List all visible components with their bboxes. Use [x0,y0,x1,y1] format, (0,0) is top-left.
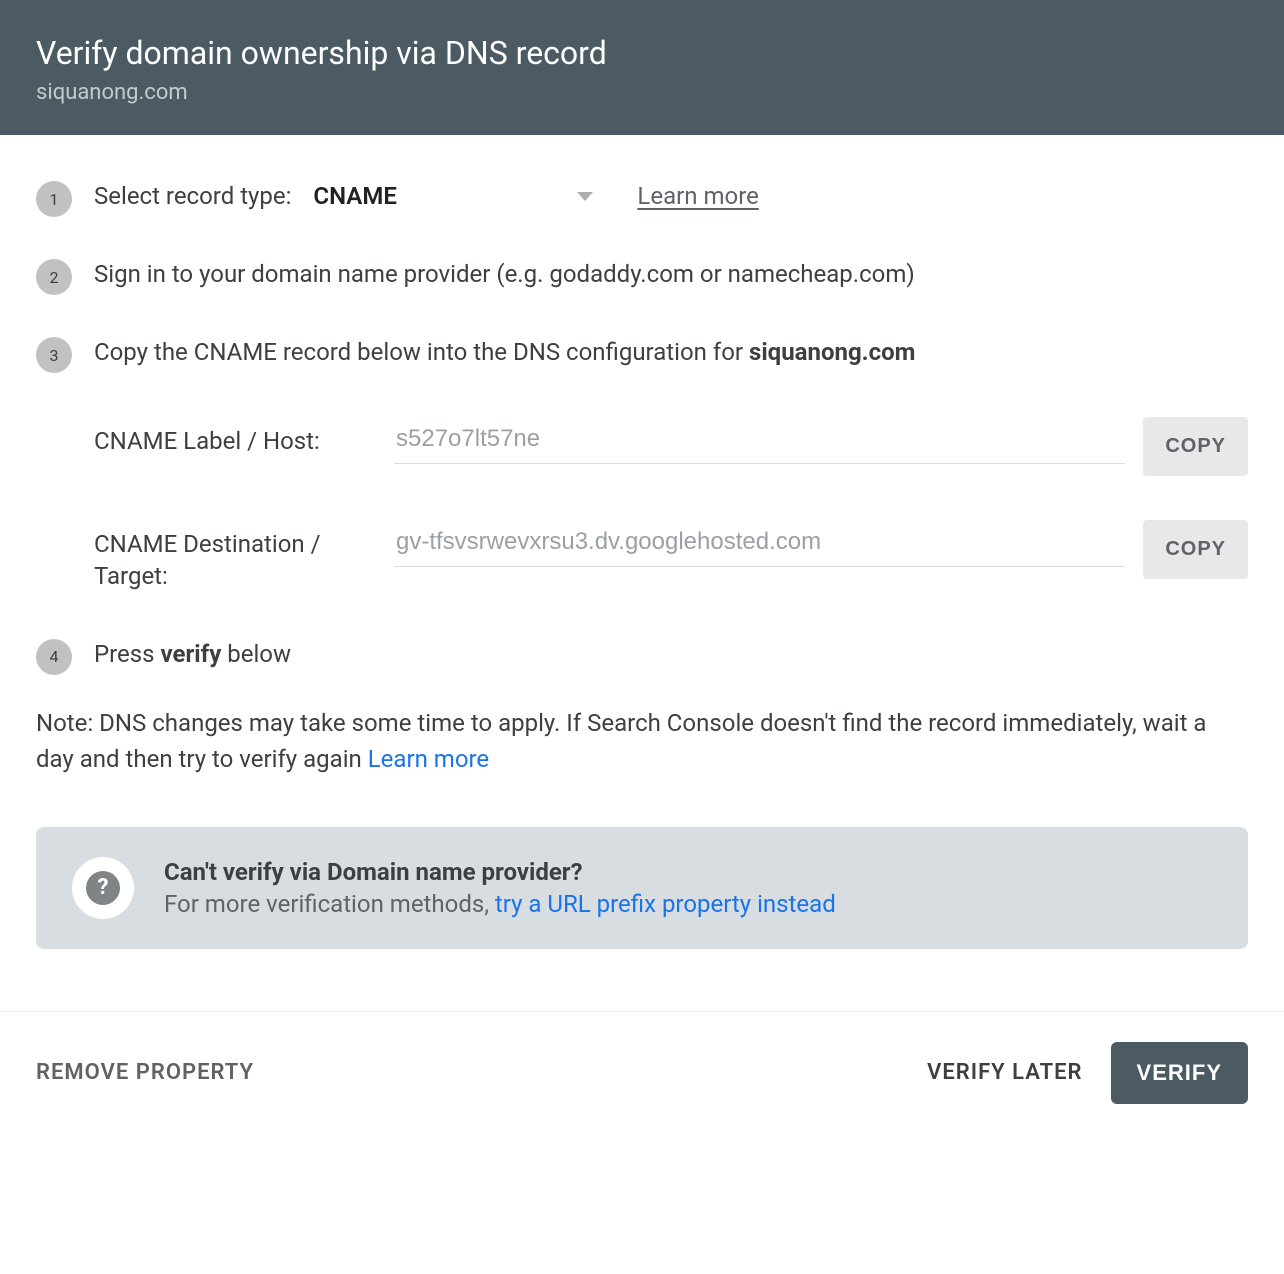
copy-destination-button[interactable]: COPY [1143,520,1248,579]
cname-label-host-input[interactable] [394,417,1125,464]
step-4-prefix: Press [94,640,161,668]
help-icon-wrap: ? [72,857,134,919]
copy-label-host-button[interactable]: COPY [1143,417,1248,476]
step-number: 4 [36,639,72,675]
step-2-text: Sign in to your domain name provider (e.… [94,257,1248,292]
step-2: 2 Sign in to your domain name provider (… [36,257,1248,295]
cname-label-row: CNAME Label / Host: COPY [94,417,1248,476]
help-icon: ? [86,871,120,905]
dns-note-text: Note: DNS changes may take some time to … [36,709,1206,773]
cname-destination-label: CNAME Destination / Target: [94,520,394,593]
dialog-footer: REMOVE PROPERTY VERIFY LATER VERIFY [0,1011,1284,1150]
step-3-prefix: Copy the CNAME record below into the DNS… [94,338,749,366]
cname-label-host-label: CNAME Label / Host: [94,417,394,457]
domain-subtitle: siquanong.com [36,80,1248,105]
dialog-title: Verify domain ownership via DNS record [36,34,1248,72]
step-number: 1 [36,181,72,217]
step-3-domain: siquanong.com [749,338,915,366]
chevron-down-icon [577,192,593,201]
verify-later-button[interactable]: VERIFY LATER [927,1060,1082,1085]
step-3: 3 Copy the CNAME record below into the D… [36,335,1248,373]
step-number: 2 [36,259,72,295]
step-4-bold: verify [161,640,222,668]
help-sub-text: For more verification methods, [164,890,495,918]
learn-more-dns-link[interactable]: Learn more [368,745,489,773]
record-type-label: Select record type: [94,179,291,214]
cname-destination-row: CNAME Destination / Target: COPY [94,520,1248,593]
dialog-header: Verify domain ownership via DNS record s… [0,0,1284,135]
cname-destination-input[interactable] [394,520,1125,567]
step-4-text: Press verify below [94,637,1248,672]
step-4: 4 Press verify below [36,637,1248,675]
dns-note: Note: DNS changes may take some time to … [36,705,1248,777]
url-prefix-property-link[interactable]: try a URL prefix property instead [495,890,836,918]
verify-button[interactable]: VERIFY [1111,1042,1248,1104]
remove-property-button[interactable]: REMOVE PROPERTY [36,1060,254,1085]
cname-fields: CNAME Label / Host: COPY CNAME Destinati… [94,417,1248,593]
dialog-content: 1 Select record type: CNAME Learn more 2… [0,135,1284,973]
record-type-select[interactable]: CNAME [313,179,593,214]
step-number: 3 [36,337,72,373]
step-4-suffix: below [221,640,291,668]
cannot-verify-card: ? Can't verify via Domain name provider?… [36,827,1248,949]
step-1: 1 Select record type: CNAME Learn more [36,179,1248,217]
step-3-text: Copy the CNAME record below into the DNS… [94,335,1248,370]
help-title: Can't verify via Domain name provider? [164,858,836,886]
record-type-selected: CNAME [313,179,396,214]
help-subtitle: For more verification methods, try a URL… [164,890,836,918]
learn-more-record-type-link[interactable]: Learn more [637,179,758,214]
